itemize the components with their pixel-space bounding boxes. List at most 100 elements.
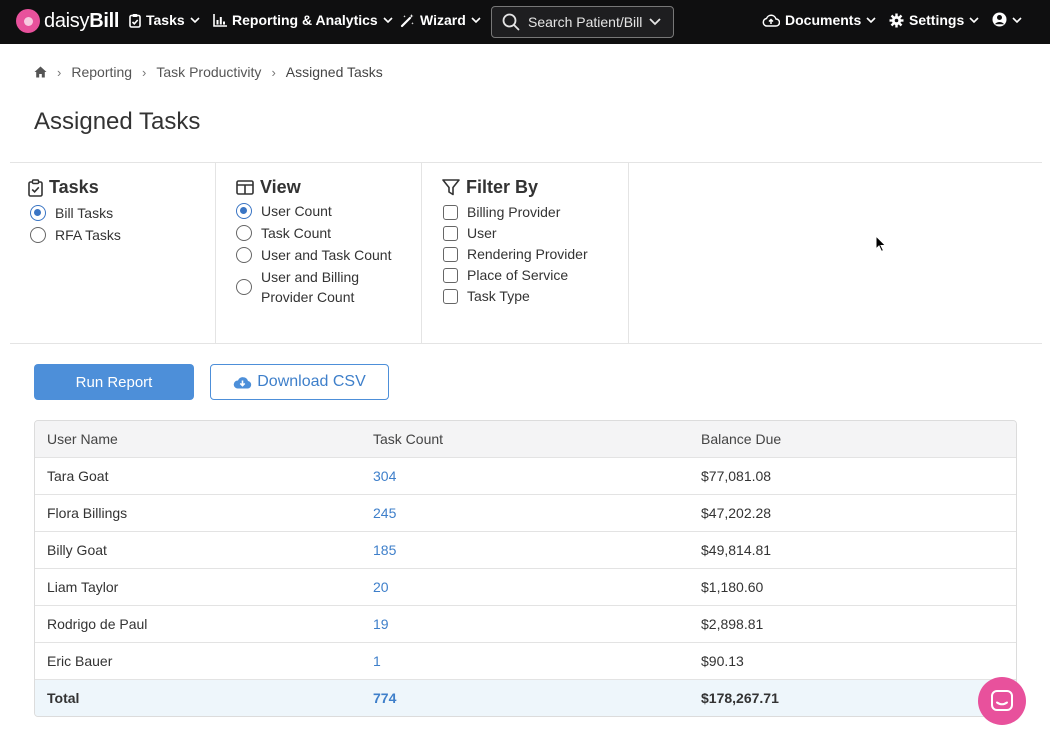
radio-bill-tasks[interactable]: Bill Tasks [30,203,113,223]
column-header-user-name[interactable]: User Name [47,421,118,458]
magic-wand-icon [400,13,414,27]
checkbox-user[interactable]: User [443,223,497,243]
chevron-down-icon [383,17,393,23]
filter-options-column: Filter By Billing Provider User Renderin… [422,163,629,343]
checkbox[interactable] [443,268,458,283]
radio-task-count[interactable]: Task Count [236,223,331,243]
cell-balance-due: $90.13 [701,653,744,669]
cell-balance-due: $2,898.81 [701,616,764,632]
report-options-panel: Tasks Bill Tasks RFA Tasks View User Cou… [10,162,1042,344]
cell-task-count-link[interactable]: 1 [373,643,381,680]
cell-task-count-link[interactable]: 19 [373,606,389,643]
table-total-row: Total 774 $178,267.71 [35,680,1016,716]
nav-reporting-label: Reporting & Analytics [232,12,378,28]
cell-user-name: Eric Bauer [47,653,113,669]
view-heading: View [236,177,301,198]
breadcrumb-separator: › [271,64,276,80]
logo-text: daisyBill [44,9,120,32]
checkbox-label: Rendering Provider [467,246,588,262]
daisybill-logo[interactable]: daisyBill [16,9,119,33]
chevron-down-icon[interactable] [649,15,661,29]
cloud-upload-icon [762,14,780,27]
assigned-tasks-table: User Name Task Count Balance Due Tara Go… [34,420,1017,717]
user-avatar-icon [992,12,1007,27]
cell-balance-due: $49,814.81 [701,542,772,558]
checkbox-place-of-service[interactable]: Place of Service [443,265,568,285]
nav-tasks-menu[interactable]: Tasks [129,12,200,28]
breadcrumb-separator: › [57,64,62,80]
radio-unselected[interactable] [236,247,252,263]
radio-label: Task Count [261,225,332,241]
cell-task-count-link[interactable]: 185 [373,532,396,569]
radio-user-count[interactable]: User Count [236,201,332,221]
table-row: Flora Billings 245 $47,202.28 [35,495,1016,532]
column-header-task-count[interactable]: Task Count [373,421,443,458]
radio-selected[interactable] [30,205,46,221]
chat-support-button[interactable] [978,677,1026,725]
breadcrumb: › Reporting › Task Productivity › Assign… [34,64,383,80]
radio-unselected[interactable] [236,225,252,241]
radio-user-and-billing-provider-count[interactable]: User and Billing Provider Count [236,267,359,307]
radio-unselected[interactable] [236,279,252,295]
radio-user-and-task-count[interactable]: User and Task Count [236,245,391,265]
radio-label: User and Task Count [261,247,392,263]
chevron-down-icon [1012,16,1022,23]
checkbox-rendering-provider[interactable]: Rendering Provider [443,244,588,264]
nav-documents-label: Documents [785,12,862,28]
checkbox-task-type[interactable]: Task Type [443,286,530,306]
table-row: Liam Taylor 20 $1,180.60 [35,569,1016,606]
nav-settings-menu[interactable]: Settings [889,12,979,28]
nav-wizard-label: Wizard [420,12,466,28]
radio-rfa-tasks[interactable]: RFA Tasks [30,225,121,245]
checkbox[interactable] [443,247,458,262]
checkbox[interactable] [443,289,458,304]
search-patient-bill-input[interactable]: Search Patient/Bill [491,6,674,38]
filter-heading-label: Filter By [466,177,539,197]
radio-selected[interactable] [236,203,252,219]
clipboard-check-icon [129,13,141,28]
radio-label: User and Billing Provider Count [261,267,359,307]
nav-reporting-menu[interactable]: Reporting & Analytics [213,12,393,28]
checkbox[interactable] [443,205,458,220]
chevron-down-icon [471,17,481,23]
chevron-down-icon [969,17,979,23]
download-csv-button[interactable]: Download CSV [210,364,389,400]
cell-total-balance: $178,267.71 [701,690,779,706]
table-row: Eric Bauer 1 $90.13 [35,643,1016,680]
checkbox-label: Task Type [467,288,530,304]
search-placeholder: Search Patient/Bill [528,14,643,30]
search-icon [502,13,520,31]
nav-documents-menu[interactable]: Documents [762,12,876,28]
radio-unselected[interactable] [30,227,46,243]
breadcrumb-assigned-tasks: Assigned Tasks [285,64,383,80]
cell-task-count-link[interactable]: 304 [373,458,396,495]
breadcrumb-task-productivity[interactable]: Task Productivity [156,64,261,80]
checkbox-label: Billing Provider [467,204,561,220]
checkbox-billing-provider[interactable]: Billing Provider [443,202,560,222]
checkbox[interactable] [443,226,458,241]
run-report-button[interactable]: Run Report [34,364,194,400]
cell-task-count-link[interactable]: 20 [373,569,389,606]
cell-user-name: Rodrigo de Paul [47,616,148,632]
mouse-pointer-icon [875,235,887,253]
bar-chart-icon [213,13,227,27]
checkbox-label: User [467,225,497,241]
column-header-balance-due[interactable]: Balance Due [701,421,781,458]
user-account-menu[interactable] [992,12,1022,27]
nav-settings-label: Settings [909,12,965,28]
gear-icon [889,13,904,27]
radio-label-line: User and Billing [261,269,360,285]
table-row: Rodrigo de Paul 19 $2,898.81 [35,606,1016,643]
cell-total-count-link[interactable]: 774 [373,680,396,716]
clipboard-check-icon [28,178,43,197]
download-csv-label: Download CSV [257,373,366,390]
breadcrumb-separator: › [142,64,147,80]
nav-wizard-menu[interactable]: Wizard [400,12,481,28]
radio-label: Bill Tasks [55,205,114,221]
cell-balance-due: $1,180.60 [701,579,764,595]
breadcrumb-reporting[interactable]: Reporting [71,64,132,80]
home-icon[interactable] [34,66,47,78]
tasks-options-column: Tasks Bill Tasks RFA Tasks [10,163,216,343]
cell-task-count-link[interactable]: 245 [373,495,396,532]
filter-heading: Filter By [442,177,538,198]
